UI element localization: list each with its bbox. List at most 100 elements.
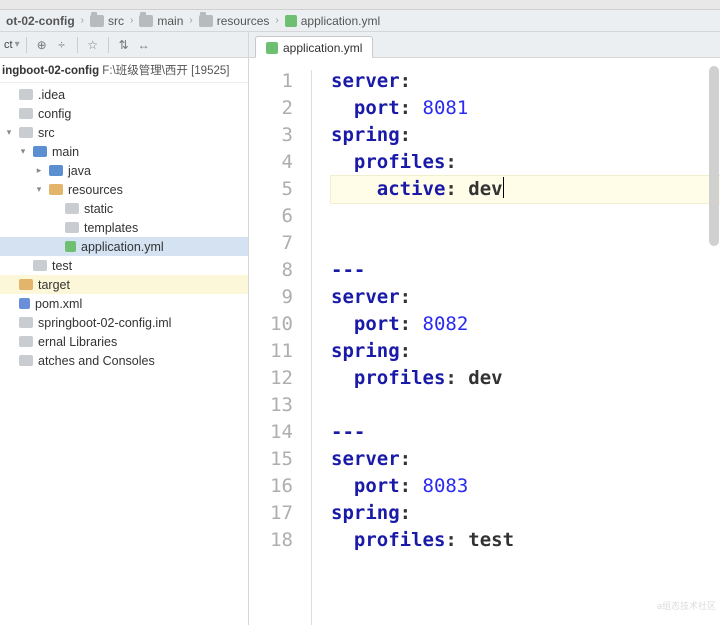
file-icon <box>19 317 33 328</box>
tree-item-label: main <box>52 145 79 159</box>
breadcrumb-item[interactable]: src <box>90 14 124 28</box>
line-number: 10 <box>249 311 293 338</box>
divider <box>108 37 109 53</box>
window-title-bar <box>0 0 720 10</box>
code-line[interactable]: server: <box>331 68 720 95</box>
line-number-gutter: 123456789101112131415161718 <box>249 58 303 625</box>
folder-icon <box>19 89 33 100</box>
tree-item-static[interactable]: static <box>0 199 248 218</box>
folder-icon <box>139 15 153 27</box>
line-number: 2 <box>249 95 293 122</box>
tree-item-java[interactable]: ▸ java <box>0 161 248 180</box>
scrollbar-thumb[interactable] <box>709 66 719 246</box>
tool-button[interactable]: ÷ <box>53 36 71 54</box>
breadcrumb-item[interactable]: main <box>139 14 183 28</box>
tree-item-label: resources <box>68 183 123 197</box>
code-line[interactable]: profiles: dev <box>331 365 720 392</box>
yml-icon <box>65 241 76 252</box>
code-line[interactable]: spring: <box>331 500 720 527</box>
line-number: 15 <box>249 446 293 473</box>
tree-item-target[interactable]: target <box>0 275 248 294</box>
tree-item-config[interactable]: config <box>0 104 248 123</box>
tree-item-label: templates <box>84 221 138 235</box>
line-number: 17 <box>249 500 293 527</box>
code-line[interactable]: port: 8081 <box>331 95 720 122</box>
tree-item-label: config <box>38 107 71 121</box>
code-line[interactable]: port: 8083 <box>331 473 720 500</box>
gear-icon[interactable]: ☆ <box>84 36 102 54</box>
code-line[interactable]: --- <box>331 257 720 284</box>
tree-arrow-icon[interactable]: ▾ <box>34 184 44 195</box>
folder-icon <box>19 108 33 119</box>
tree-item-label: ernal Libraries <box>38 335 117 349</box>
code-line[interactable]: profiles: <box>331 149 720 176</box>
chevron-right-icon: › <box>275 15 278 26</box>
tree-item-label: java <box>68 164 91 178</box>
breadcrumb-item[interactable]: ot-02-config <box>6 14 75 28</box>
code-line[interactable]: active: dev <box>331 176 720 203</box>
chevron-down-icon[interactable]: ▾ <box>15 39 20 50</box>
line-number: 1 <box>249 68 293 95</box>
code-line[interactable]: port: 8082 <box>331 311 720 338</box>
code-line[interactable]: spring: <box>331 338 720 365</box>
yaml-file-icon <box>266 42 278 54</box>
tree-item-label: static <box>84 202 113 216</box>
breadcrumb-item[interactable]: resources <box>199 14 270 28</box>
line-number: 7 <box>249 230 293 257</box>
tree-item-springboot-02-config-iml[interactable]: springboot-02-config.iml <box>0 313 248 332</box>
folder-orange-icon <box>49 184 63 195</box>
chevron-right-icon: › <box>130 15 133 26</box>
line-number: 9 <box>249 284 293 311</box>
code-editor[interactable]: 123456789101112131415161718 server: port… <box>249 58 720 625</box>
collapse-icon[interactable]: ⇅ <box>115 36 133 54</box>
code-line[interactable]: server: <box>331 284 720 311</box>
toolbar: ct ▾ ⊕ ÷ ☆ ⇅ ↔ application.yml <box>0 32 720 58</box>
text-caret <box>503 177 504 198</box>
code-line[interactable]: profiles: test <box>331 527 720 554</box>
project-root-header[interactable]: ingboot-02-config F:\班级管理\西开 [19525] <box>0 58 248 83</box>
tree-item-src[interactable]: ▾src <box>0 123 248 142</box>
tree-item-pom-xml[interactable]: pom.xml <box>0 294 248 313</box>
tree-item-application-yml[interactable]: application.yml <box>0 237 248 256</box>
scratch-icon <box>19 355 33 366</box>
project-sidebar[interactable]: ingboot-02-config F:\班级管理\西开 [19525] .id… <box>0 58 249 625</box>
code-line[interactable] <box>331 392 720 419</box>
tree-arrow-icon[interactable]: ▾ <box>4 127 14 138</box>
code-area[interactable]: server: port: 8081spring: profiles: acti… <box>321 58 720 625</box>
code-line[interactable]: server: <box>331 446 720 473</box>
tree-item--idea[interactable]: .idea <box>0 85 248 104</box>
code-line[interactable] <box>331 230 720 257</box>
code-line[interactable]: --- <box>331 419 720 446</box>
tree-item-ernal-libraries[interactable]: ernal Libraries <box>0 332 248 351</box>
tree-item-test[interactable]: test <box>0 256 248 275</box>
vertical-scrollbar[interactable] <box>709 58 719 625</box>
watermark: a组态技术社区 <box>657 594 716 621</box>
editor-tabs: application.yml <box>249 32 720 57</box>
code-line[interactable] <box>331 203 720 230</box>
tree-item-templates[interactable]: templates <box>0 218 248 237</box>
tree-item-label: test <box>52 259 72 273</box>
project-toolbar: ct ▾ ⊕ ÷ ☆ ⇅ ↔ <box>0 32 249 57</box>
folder-icon <box>33 260 47 271</box>
tree-item-main[interactable]: ▾ main <box>0 142 248 161</box>
line-number: 14 <box>249 419 293 446</box>
tree-item-atches-and-consoles[interactable]: atches and Consoles <box>0 351 248 370</box>
tree-arrow-icon[interactable]: ▸ <box>34 165 44 176</box>
tree-item-resources[interactable]: ▾ resources <box>0 180 248 199</box>
tab-application-yml[interactable]: application.yml <box>255 36 373 58</box>
tool-button[interactable]: ⊕ <box>33 36 51 54</box>
line-number: 13 <box>249 392 293 419</box>
folder-icon <box>65 203 79 214</box>
project-view-label[interactable]: ct <box>4 39 13 51</box>
expand-icon[interactable]: ↔ <box>135 36 153 54</box>
folder-orange-icon <box>19 279 33 290</box>
lib-icon <box>19 336 33 347</box>
folder-icon <box>19 127 33 138</box>
breadcrumb-item[interactable]: application.yml <box>285 14 380 28</box>
line-number: 6 <box>249 203 293 230</box>
tree-arrow-icon[interactable]: ▾ <box>18 146 28 157</box>
line-number: 5 <box>249 176 293 203</box>
code-line[interactable]: spring: <box>331 122 720 149</box>
tree-item-label: atches and Consoles <box>38 354 155 368</box>
editor-tab-label: application.yml <box>283 41 362 55</box>
